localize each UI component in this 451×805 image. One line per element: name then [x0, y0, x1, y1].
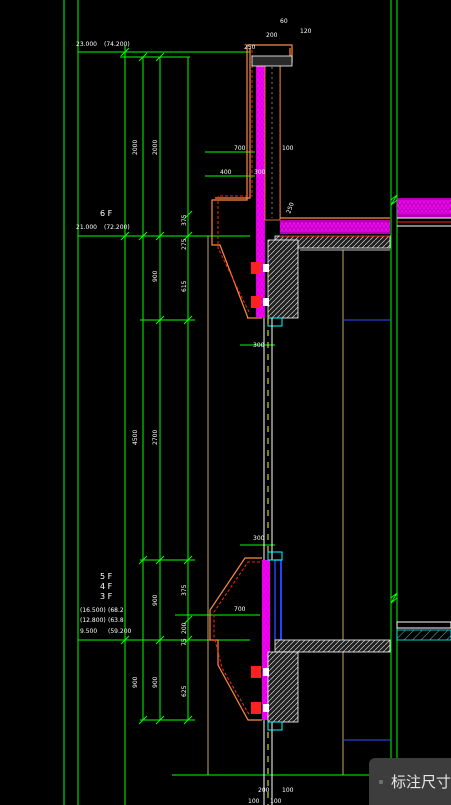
top-elevation: 23.000 — [76, 41, 97, 48]
elev-row1-a: (16.500) — [80, 607, 106, 614]
dim-100: 100 — [282, 145, 294, 152]
elev-row1-b: (68.2 — [108, 607, 124, 614]
floor3-label: 3 F — [100, 592, 113, 601]
upper-wall-core — [264, 61, 281, 221]
cad-drawing: 23.000 (74.200) 6 F 21.000 (72.200) 5 F … — [63, 0, 451, 805]
dim-375-upper: 375 — [181, 214, 188, 226]
dim-900-inner: 900 — [152, 676, 159, 688]
lower-wall-red — [213, 561, 260, 717]
break-marks — [390, 194, 398, 604]
floor4-label: 4 F — [100, 582, 113, 591]
dim-bottom-100b: 100 — [248, 798, 260, 805]
dim-200: 200 — [181, 622, 188, 634]
dim-900-upper: 900 — [152, 270, 159, 282]
floor6-slab — [267, 198, 451, 319]
dim-top-200: 200 — [266, 32, 278, 39]
dim-625: 625 — [181, 685, 188, 697]
dim-top-120: 120 — [300, 28, 312, 35]
floor5-label: 5 F — [100, 572, 113, 581]
annotation-button-label: 标注尺寸 — [390, 773, 451, 791]
level-lines — [78, 51, 369, 776]
dim-bottom-200: 200 — [258, 787, 270, 794]
floor6-label: 6 F — [100, 209, 113, 218]
dim-275: 275 — [181, 238, 188, 250]
dim-top-250: 250 — [244, 44, 256, 51]
dim-700-upper: 700 — [234, 145, 246, 152]
dim-2000-outer: 2000 — [132, 140, 139, 155]
dim-2700: 2700 — [152, 430, 159, 445]
grid-lines — [63, 0, 398, 805]
dim-bottom-100c: 100 — [270, 798, 282, 805]
dim-900-outer: 900 — [132, 676, 139, 688]
dim-375-lower: 375 — [181, 584, 188, 596]
dim-2000-inner: 2000 — [152, 140, 159, 155]
upper-wall — [211, 44, 390, 319]
floor6-elevation: 21.000 — [76, 224, 97, 231]
dim-615-upper: 615 — [181, 280, 188, 292]
lower-wall — [209, 557, 262, 721]
dim-400: 400 — [220, 169, 232, 176]
dim-75: 75 — [181, 638, 188, 646]
elev-row3-b: (59.200 — [108, 628, 132, 635]
grid-dots-icon — [379, 779, 383, 784]
top-cap — [251, 55, 293, 67]
dim-300-upper: 300 — [254, 169, 266, 176]
upper-insulation-pattern — [257, 62, 264, 318]
floor3-slab — [267, 621, 451, 723]
top-elevation-paren: (74.200) — [104, 41, 130, 48]
annotation-button[interactable]: 标注尺寸 — [369, 758, 451, 805]
dim-300-lower: 300 — [253, 535, 265, 542]
dim-slab-250: 250 — [285, 201, 296, 214]
floor6-elevation-paren: (72.200) — [104, 224, 130, 231]
dim-bottom-100: 100 — [282, 787, 294, 794]
elev-row2-a: (12.800) — [80, 617, 106, 624]
elev-row3-a: 9.500 — [80, 628, 97, 635]
dim-900-mid: 900 — [152, 594, 159, 606]
dim-700-lower: 700 — [234, 606, 246, 613]
dim-300-mid: 300 — [253, 342, 265, 349]
elev-row2-b: (63.8 — [108, 617, 124, 624]
dim-4500: 4500 — [132, 430, 139, 445]
dim-top-60: 60 — [280, 18, 288, 25]
